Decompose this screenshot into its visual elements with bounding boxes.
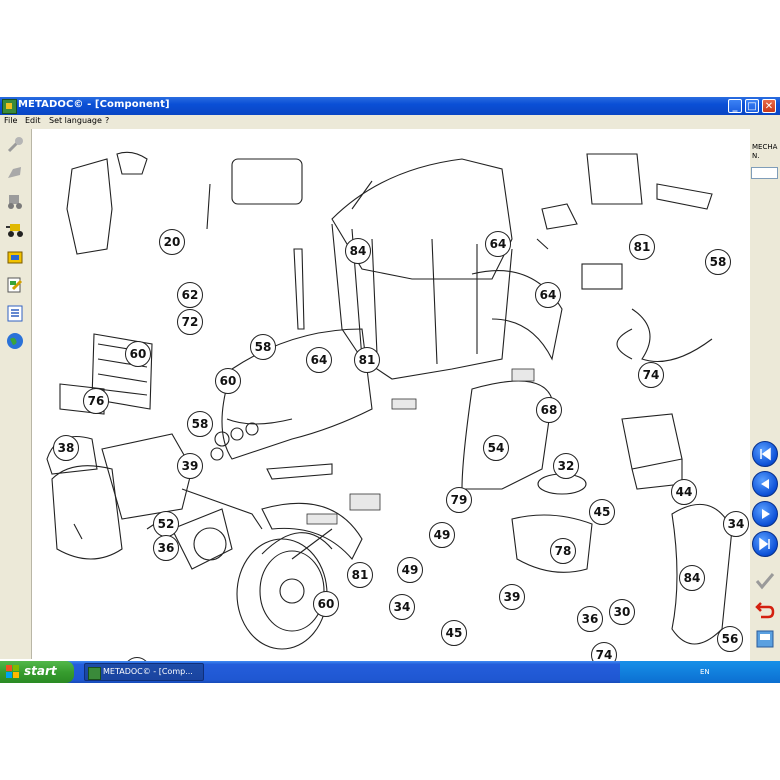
callout-20[interactable]: 20 [159,229,185,255]
callout-58[interactable]: 58 [705,249,731,275]
callout-72[interactable]: 58 [250,334,276,360]
callout-64[interactable]: 64 [485,231,511,257]
mech-number-field[interactable] [751,167,778,179]
globe-icon[interactable] [3,329,27,353]
callout-30[interactable]: 56 [717,626,743,652]
callout-58b[interactable]: 64 [535,282,561,308]
callout-44[interactable]: 52 [153,511,179,537]
callout-45[interactable]: 36 [153,535,179,561]
menu-edit[interactable]: Edit [25,116,41,125]
callout-34b[interactable]: 30 [609,599,635,625]
callout-78[interactable]: 81 [347,562,373,588]
callout-60c[interactable]: 39 [499,584,525,610]
app-icon [88,667,101,680]
callout-60[interactable]: 81 [354,347,380,373]
windows-flag-icon [6,665,19,678]
callout-36[interactable]: 84 [679,565,705,591]
maximize-button[interactable]: □ [745,99,759,113]
callout-49[interactable]: 78 [550,538,576,564]
check-icon[interactable] [753,569,777,593]
callout-81[interactable]: 81 [629,234,655,260]
menu-file[interactable]: File [4,116,17,125]
callout-49b[interactable]: 60 [313,591,339,617]
app-window: METADOC© - [Component] _ □ ✕ File Edit S… [0,97,780,683]
callout-32[interactable]: 45 [589,499,615,525]
title-bar: METADOC© - [Component] _ □ ✕ [0,97,780,115]
tractor-icon[interactable] [3,189,27,213]
menu-set-language[interactable]: Set language [49,116,102,125]
callout-38[interactable]: 54 [483,435,509,461]
start-button[interactable]: start [0,661,74,683]
taskbar-item-metadoc[interactable]: METADOC© - [Comp... [84,663,204,681]
callout-84[interactable]: 84 [345,238,371,264]
component-diagram [46,151,733,650]
list-icon[interactable] [3,301,27,325]
last-page-button[interactable] [752,531,778,557]
exploded-view-diagram: 20 84 64 81 58 62 64 72 58 60 64 81 76 7… [32,129,749,683]
callout-34[interactable]: 34 [723,511,749,537]
start-label: start [24,664,57,678]
callout-60b[interactable]: 74 [638,362,664,388]
taskbar: start METADOC© - [Comp... EN [0,661,780,683]
callout-39[interactable]: 79 [446,487,472,513]
callout-68[interactable]: 38 [53,435,79,461]
engine-icon[interactable] [3,161,27,185]
taskbar-item-label: METADOC© - [Comp... [103,667,193,676]
system-tray: EN [620,661,780,683]
minimize-button[interactable]: _ [728,99,742,113]
left-toolbar [0,129,32,659]
print-icon[interactable] [753,627,777,651]
right-panel: MECHA N. [750,129,780,661]
callout-62[interactable]: 62 [177,282,203,308]
callout-79[interactable]: 44 [671,479,697,505]
menu-help[interactable]: ? [105,116,109,125]
first-page-button[interactable] [752,441,778,467]
callout-74[interactable]: 68 [536,397,562,423]
callout-81c[interactable]: 49 [397,557,423,583]
folder-icon[interactable] [3,245,27,269]
callout-54[interactable]: 32 [553,453,579,479]
callout-64c[interactable]: 60 [125,341,151,367]
callout-36b[interactable]: 45 [441,620,467,646]
callout-58d[interactable]: 39 [177,453,203,479]
callout-52[interactable]: 49 [429,522,455,548]
menu-bar: File Edit Set language ? [0,115,780,129]
previous-page-button[interactable] [752,471,778,497]
callout-64b[interactable]: 72 [177,309,203,335]
callout-76[interactable]: 58 [187,411,213,437]
app-icon [2,99,17,114]
callout-84b[interactable]: 34 [389,594,415,620]
wrench-icon[interactable] [3,133,27,157]
callout-70[interactable]: 76 [83,388,109,414]
callout-81b[interactable]: 60 [215,368,241,394]
callout-58c[interactable]: 64 [306,347,332,373]
loader-icon[interactable] [3,217,27,241]
language-indicator[interactable]: EN [700,668,710,676]
window-title: METADOC© - [Component] [18,99,170,110]
next-page-button[interactable] [752,501,778,527]
close-button[interactable]: ✕ [762,99,776,113]
mech-label: MECHA N. [752,143,778,160]
edit-icon[interactable] [3,273,27,297]
back-icon[interactable] [753,597,777,621]
callout-39b[interactable]: 36 [577,606,603,632]
